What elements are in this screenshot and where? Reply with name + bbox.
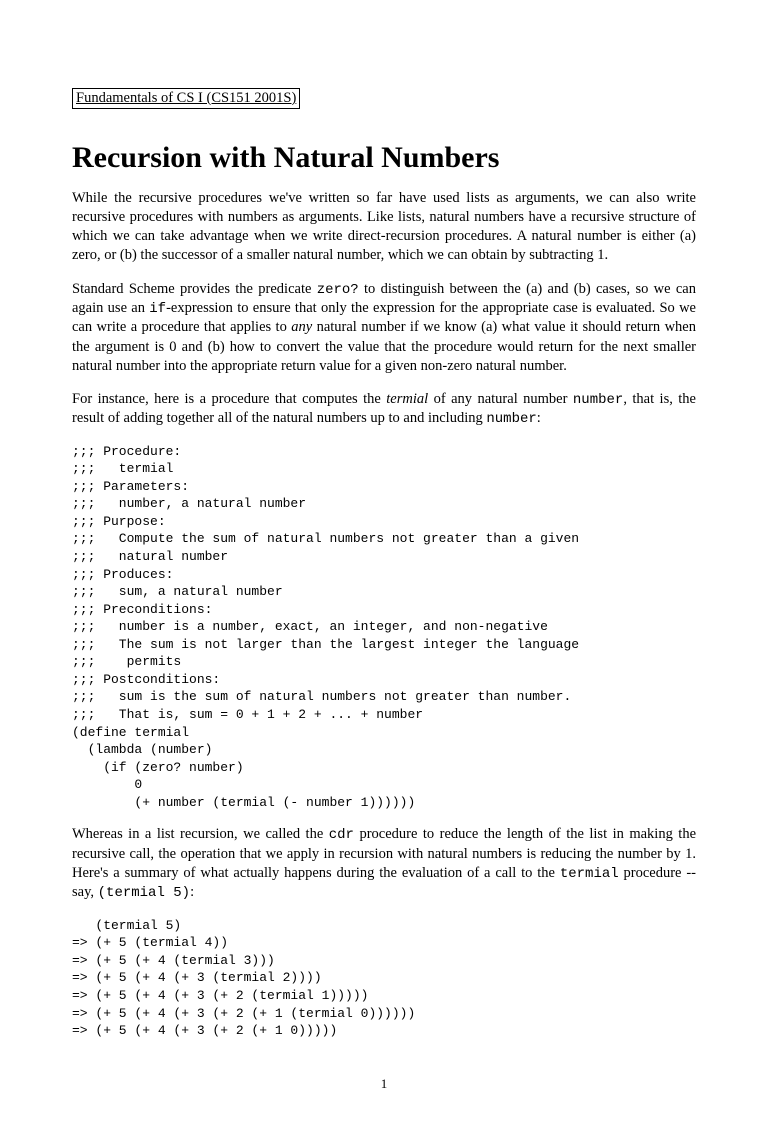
text-span: : (190, 884, 194, 900)
paragraph-scheme: Standard Scheme provides the predicate z… (72, 280, 696, 376)
code-inline-number: number (486, 411, 536, 427)
code-inline-cdr: cdr (329, 827, 354, 843)
code-inline-call: (termial 5) (98, 885, 190, 901)
text-span: of any natural number (428, 391, 573, 407)
text-span: For instance, here is a procedure that c… (72, 391, 386, 407)
code-block-termial-definition: ;;; Procedure: ;;; termial ;;; Parameter… (72, 443, 696, 811)
paragraph-whereas: Whereas in a list recursion, we called t… (72, 825, 696, 903)
page-number: 1 (72, 1076, 696, 1092)
text-span: Standard Scheme provides the predicate (72, 281, 317, 297)
italic-termial: termial (386, 391, 428, 407)
text-span: Whereas in a list recursion, we called t… (72, 826, 329, 842)
code-block-evaluation-trace: (termial 5) => (+ 5 (termial 4)) => (+ 5… (72, 917, 696, 1040)
code-inline-if: if (149, 301, 166, 317)
code-inline-number: number (573, 392, 623, 408)
page-title: Recursion with Natural Numbers (72, 141, 696, 175)
text-span: : (537, 410, 541, 426)
paragraph-intro: While the recursive procedures we've wri… (72, 189, 696, 266)
code-inline-termial: termial (560, 866, 619, 882)
italic-any: any (291, 319, 312, 335)
paragraph-termial-intro: For instance, here is a procedure that c… (72, 390, 696, 429)
course-header: Fundamentals of CS I (CS151 2001S) (72, 88, 300, 109)
code-inline-zero: zero? (317, 282, 359, 298)
document-page: Fundamentals of CS I (CS151 2001S) Recur… (0, 0, 768, 1132)
